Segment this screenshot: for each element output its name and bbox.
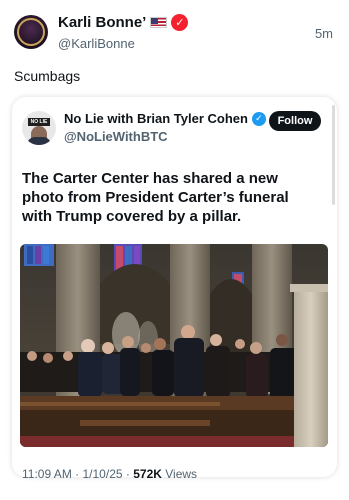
author-name-row: Karli Bonne’ ✓: [58, 14, 189, 31]
meta-separator-2: ·: [125, 467, 130, 481]
post-text: Scumbags: [14, 68, 81, 84]
quoted-post-card[interactable]: NO LIE No Lie with Brian Tyler Cohen ✓ @…: [12, 97, 337, 481]
author-display-name[interactable]: Karli Bonne’: [58, 14, 146, 31]
funeral-photo[interactable]: [20, 244, 328, 447]
follow-button[interactable]: Follow: [269, 111, 321, 131]
verified-blue-icon: ✓: [251, 111, 266, 126]
quoted-text: The Carter Center has shared a new photo…: [22, 170, 289, 225]
us-flag-icon: [150, 17, 168, 28]
post-date[interactable]: 1/10/25: [83, 467, 123, 481]
views-label: Views: [165, 467, 198, 481]
author-avatar[interactable]: [14, 15, 48, 49]
quoted-author-avatar[interactable]: NO LIE: [22, 111, 56, 145]
verified-red-icon: ✓: [171, 14, 189, 31]
author-handle[interactable]: @KarliBonne: [58, 36, 135, 51]
meta-separator: ·: [75, 467, 80, 481]
funeral-photo-illustration: [20, 244, 328, 447]
post-time-stamp[interactable]: 11:09 AM: [22, 467, 72, 481]
post-header: Karli Bonne’ ✓ @KarliBonne 5m: [12, 14, 337, 54]
scrollbar[interactable]: [332, 105, 335, 205]
views-count: 572K: [133, 467, 162, 481]
quoted-handle[interactable]: @NoLieWithBTC: [64, 129, 168, 144]
quoted-name-row: No Lie with Brian Tyler Cohen ✓: [64, 111, 266, 126]
post-time[interactable]: 5m: [315, 26, 333, 41]
avatar-suit: [27, 137, 51, 145]
avatar-ring: [17, 18, 45, 46]
avatar-logo: NO LIE: [28, 118, 50, 126]
quoted-meta: 11:09 AM · 1/10/25 · 572K Views: [22, 467, 197, 481]
quoted-display-name[interactable]: No Lie with Brian Tyler Cohen: [64, 111, 248, 126]
